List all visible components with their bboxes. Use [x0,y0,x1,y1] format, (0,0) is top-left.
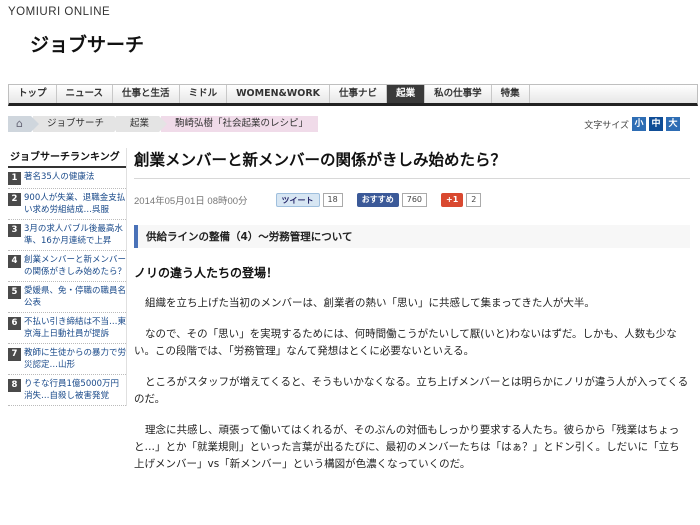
gplus-count: 2 [466,192,482,207]
article: 創業メンバーと新メンバーの関係がきしみ始めたら？ 2014年05月01日 08時… [134,148,690,473]
ranking-sidebar: ジョブサーチランキング 1 著名35人の健康法 2 900人が失業、退職金支払い… [8,148,127,406]
rank-number: 3 [8,224,21,237]
ranking-item[interactable]: 5 愛媛県、免・停職の職員名公表 [8,282,126,313]
breadcrumb-item-startup[interactable]: 起業 [116,116,168,132]
rank-number: 6 [8,317,21,330]
rank-number: 4 [8,255,21,268]
ranking-title: ジョブサーチランキング [8,148,126,168]
gplus-button[interactable]: +1 [441,192,464,207]
nav-tab-middle[interactable]: ミドル [180,85,228,103]
nav-tab-women-work[interactable]: WOMEN&WORK [227,85,331,103]
gplus-share: +1 2 [441,192,482,207]
breadcrumb: ⌂ ジョブサーチ 起業 駒崎弘樹「社会起業のレシピ」 [8,116,320,132]
nav-tab-job-navi[interactable]: 仕事ナビ [330,85,388,103]
nav-tab-feature[interactable]: 特集 [492,85,530,103]
article-paragraph: なので、その「思い」を実現するためには、何時間働こうがたいして厭(いと)わないは… [134,328,677,357]
nav-tab-startup[interactable]: 起業 [387,85,426,103]
nav-tab-my-work[interactable]: 私の仕事学 [425,85,492,103]
nav-tab-news[interactable]: ニュース [57,85,114,103]
ranking-item[interactable]: 4 創業メンバーと新メンバーの関係がきしみ始めたら？ [8,251,126,282]
nav-tab-top[interactable]: トップ [9,85,57,103]
ranking-item[interactable]: 1 著名35人の健康法 [8,168,126,189]
rank-number: 7 [8,348,21,361]
facebook-count: 760 [401,192,428,207]
font-size-small-button[interactable]: 小 [632,117,646,131]
font-size-large-button[interactable]: 大 [666,117,680,131]
ranking-link[interactable]: 不払い引き締結は不当…東京海上日動社員が提訴 [24,316,126,340]
breadcrumb-item-current[interactable]: 駒崎弘樹「社会起業のレシピ」 [161,116,319,132]
ranking-link[interactable]: 著名35人の健康法 [24,171,94,185]
article-paragraph: 理念に共感し、頑張って働いてはくれるが、そのぶんの対価もしっかり要求する人たち。… [134,424,680,470]
ranking-link[interactable]: りそな行員1億5000万円消失…自殺し被害発覚 [24,378,126,402]
article-paragraph: ところがスタッフが増えてくると、そうもいかなくなる。立ち上げメンバーとは明らかに… [134,376,689,405]
home-icon[interactable]: ⌂ [8,116,39,132]
tweet-share: ツイート 18 [275,192,343,207]
article-paragraph: 組織を立ち上げた当初のメンバーは、創業者の熱い「思い」に共感して集まってきた人が… [145,297,595,309]
breadcrumb-item-jobsearch[interactable]: ジョブサーチ [32,116,123,132]
article-subheading: ノリの違う人たちの登場！ [134,266,279,280]
article-section-title: 供給ラインの整備（4）～労務管理について [134,225,690,248]
ranking-link[interactable]: 教師に生徒からの暴力で労災認定…山形 [24,347,126,371]
facebook-like-button[interactable]: おすすめ [356,192,399,207]
article-date: 2014年05月01日 08時00分 [134,195,248,207]
section-title-logo[interactable]: ジョブサーチ [30,30,144,57]
article-meta: 2014年05月01日 08時00分 ツイート 18 おすすめ 760 +1 2 [134,192,690,207]
font-size-medium-button[interactable]: 中 [649,117,663,131]
nav-tab-work-life[interactable]: 仕事と生活 [113,85,180,103]
site-brand[interactable]: YOMIURI ONLINE [8,6,110,18]
ranking-item[interactable]: 2 900人が失業、退職金支払い求め労組結成…呉服 [8,189,126,220]
ranking-link[interactable]: 3月の求人バブル後最高水準、16か月連続で上昇 [24,223,126,247]
ranking-item[interactable]: 8 りそな行員1億5000万円消失…自殺し被害発覚 [8,375,126,406]
tweet-count: 18 [322,192,343,207]
rank-number: 8 [8,379,21,392]
ranking-item[interactable]: 7 教師に生徒からの暴力で労災認定…山形 [8,344,126,375]
rank-number: 5 [8,286,21,299]
rank-number: 1 [8,172,21,185]
ranking-link[interactable]: 創業メンバーと新メンバーの関係がきしみ始めたら？ [24,254,126,278]
ranking-link[interactable]: 愛媛県、免・停職の職員名公表 [24,285,126,309]
rank-number: 2 [8,193,21,206]
facebook-share: おすすめ 760 [356,192,428,207]
font-size-control: 文字サイズ 小 中 大 [584,117,680,131]
site-header: YOMIURI ONLINE ジョブサーチ [0,0,700,82]
global-nav: トップ ニュース 仕事と生活 ミドル WOMEN&WORK 仕事ナビ 起業 私の… [8,84,698,106]
article-headline: 創業メンバーと新メンバーの関係がきしみ始めたら？ [134,148,690,179]
ranking-item[interactable]: 3 3月の求人バブル後最高水準、16か月連続で上昇 [8,220,126,251]
tweet-button[interactable]: ツイート [275,192,320,207]
ranking-link[interactable]: 900人が失業、退職金支払い求め労組結成…呉服 [24,192,126,216]
ranking-item[interactable]: 6 不払い引き締結は不当…東京海上日動社員が提訴 [8,313,126,344]
font-size-label: 文字サイズ [584,120,629,131]
